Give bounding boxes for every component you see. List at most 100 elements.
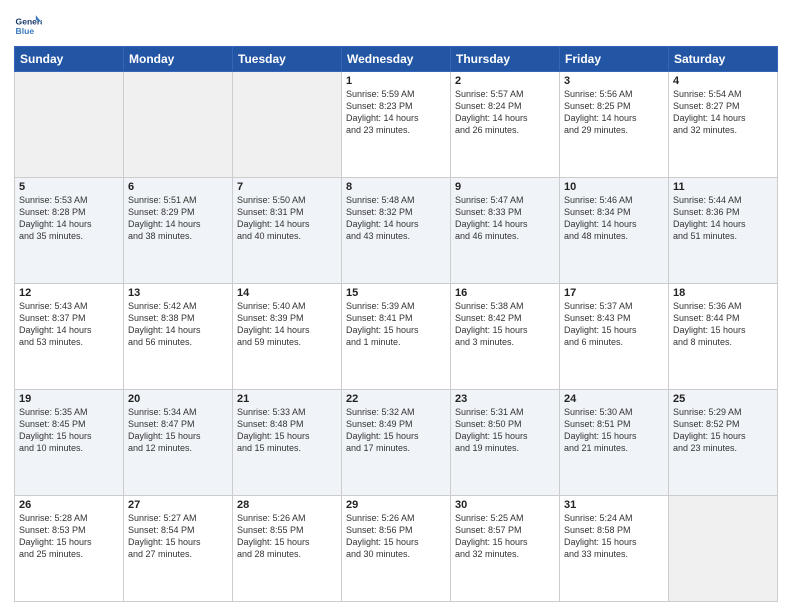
day-info: Sunrise: 5:35 AM Sunset: 8:45 PM Dayligh… — [19, 406, 119, 455]
day-info: Sunrise: 5:33 AM Sunset: 8:48 PM Dayligh… — [237, 406, 337, 455]
day-cell: 21Sunrise: 5:33 AM Sunset: 8:48 PM Dayli… — [233, 390, 342, 496]
day-info: Sunrise: 5:26 AM Sunset: 8:55 PM Dayligh… — [237, 512, 337, 561]
week-row-2: 12Sunrise: 5:43 AM Sunset: 8:37 PM Dayli… — [15, 284, 778, 390]
week-row-4: 26Sunrise: 5:28 AM Sunset: 8:53 PM Dayli… — [15, 496, 778, 602]
day-number: 20 — [128, 393, 228, 405]
day-cell: 12Sunrise: 5:43 AM Sunset: 8:37 PM Dayli… — [15, 284, 124, 390]
day-info: Sunrise: 5:46 AM Sunset: 8:34 PM Dayligh… — [564, 194, 664, 243]
day-header-tuesday: Tuesday — [233, 47, 342, 72]
day-cell: 7Sunrise: 5:50 AM Sunset: 8:31 PM Daylig… — [233, 178, 342, 284]
day-number: 23 — [455, 393, 555, 405]
day-number: 6 — [128, 181, 228, 193]
day-cell: 11Sunrise: 5:44 AM Sunset: 8:36 PM Dayli… — [669, 178, 778, 284]
day-number: 8 — [346, 181, 446, 193]
day-number: 7 — [237, 181, 337, 193]
day-info: Sunrise: 5:25 AM Sunset: 8:57 PM Dayligh… — [455, 512, 555, 561]
header: General Blue — [14, 12, 778, 40]
day-number: 18 — [673, 287, 773, 299]
day-info: Sunrise: 5:51 AM Sunset: 8:29 PM Dayligh… — [128, 194, 228, 243]
day-number: 12 — [19, 287, 119, 299]
day-number: 13 — [128, 287, 228, 299]
day-info: Sunrise: 5:40 AM Sunset: 8:39 PM Dayligh… — [237, 300, 337, 349]
day-number: 1 — [346, 75, 446, 87]
day-info: Sunrise: 5:32 AM Sunset: 8:49 PM Dayligh… — [346, 406, 446, 455]
day-info: Sunrise: 5:57 AM Sunset: 8:24 PM Dayligh… — [455, 88, 555, 137]
day-info: Sunrise: 5:43 AM Sunset: 8:37 PM Dayligh… — [19, 300, 119, 349]
day-cell: 2Sunrise: 5:57 AM Sunset: 8:24 PM Daylig… — [451, 72, 560, 178]
day-cell: 19Sunrise: 5:35 AM Sunset: 8:45 PM Dayli… — [15, 390, 124, 496]
day-cell: 14Sunrise: 5:40 AM Sunset: 8:39 PM Dayli… — [233, 284, 342, 390]
day-number: 10 — [564, 181, 664, 193]
day-header-friday: Friday — [560, 47, 669, 72]
day-cell — [669, 496, 778, 602]
day-number: 17 — [564, 287, 664, 299]
day-info: Sunrise: 5:36 AM Sunset: 8:44 PM Dayligh… — [673, 300, 773, 349]
day-number: 4 — [673, 75, 773, 87]
day-cell: 17Sunrise: 5:37 AM Sunset: 8:43 PM Dayli… — [560, 284, 669, 390]
day-info: Sunrise: 5:30 AM Sunset: 8:51 PM Dayligh… — [564, 406, 664, 455]
day-number: 26 — [19, 499, 119, 511]
day-number: 9 — [455, 181, 555, 193]
day-number: 24 — [564, 393, 664, 405]
day-cell: 16Sunrise: 5:38 AM Sunset: 8:42 PM Dayli… — [451, 284, 560, 390]
day-number: 27 — [128, 499, 228, 511]
day-cell: 4Sunrise: 5:54 AM Sunset: 8:27 PM Daylig… — [669, 72, 778, 178]
logo-icon: General Blue — [14, 12, 42, 40]
day-cell: 15Sunrise: 5:39 AM Sunset: 8:41 PM Dayli… — [342, 284, 451, 390]
day-number: 25 — [673, 393, 773, 405]
day-info: Sunrise: 5:50 AM Sunset: 8:31 PM Dayligh… — [237, 194, 337, 243]
day-info: Sunrise: 5:38 AM Sunset: 8:42 PM Dayligh… — [455, 300, 555, 349]
day-header-wednesday: Wednesday — [342, 47, 451, 72]
day-info: Sunrise: 5:31 AM Sunset: 8:50 PM Dayligh… — [455, 406, 555, 455]
day-header-thursday: Thursday — [451, 47, 560, 72]
day-cell: 23Sunrise: 5:31 AM Sunset: 8:50 PM Dayli… — [451, 390, 560, 496]
day-cell: 1Sunrise: 5:59 AM Sunset: 8:23 PM Daylig… — [342, 72, 451, 178]
day-header-monday: Monday — [124, 47, 233, 72]
calendar: SundayMondayTuesdayWednesdayThursdayFrid… — [14, 46, 778, 602]
day-info: Sunrise: 5:29 AM Sunset: 8:52 PM Dayligh… — [673, 406, 773, 455]
day-number: 2 — [455, 75, 555, 87]
day-cell: 30Sunrise: 5:25 AM Sunset: 8:57 PM Dayli… — [451, 496, 560, 602]
day-info: Sunrise: 5:59 AM Sunset: 8:23 PM Dayligh… — [346, 88, 446, 137]
day-cell: 6Sunrise: 5:51 AM Sunset: 8:29 PM Daylig… — [124, 178, 233, 284]
day-info: Sunrise: 5:56 AM Sunset: 8:25 PM Dayligh… — [564, 88, 664, 137]
week-row-0: 1Sunrise: 5:59 AM Sunset: 8:23 PM Daylig… — [15, 72, 778, 178]
day-cell — [233, 72, 342, 178]
day-number: 15 — [346, 287, 446, 299]
day-number: 5 — [19, 181, 119, 193]
calendar-header-row: SundayMondayTuesdayWednesdayThursdayFrid… — [15, 47, 778, 72]
day-info: Sunrise: 5:44 AM Sunset: 8:36 PM Dayligh… — [673, 194, 773, 243]
day-info: Sunrise: 5:34 AM Sunset: 8:47 PM Dayligh… — [128, 406, 228, 455]
svg-text:Blue: Blue — [16, 26, 35, 36]
week-row-3: 19Sunrise: 5:35 AM Sunset: 8:45 PM Dayli… — [15, 390, 778, 496]
day-cell: 8Sunrise: 5:48 AM Sunset: 8:32 PM Daylig… — [342, 178, 451, 284]
day-cell: 9Sunrise: 5:47 AM Sunset: 8:33 PM Daylig… — [451, 178, 560, 284]
day-cell: 29Sunrise: 5:26 AM Sunset: 8:56 PM Dayli… — [342, 496, 451, 602]
day-info: Sunrise: 5:39 AM Sunset: 8:41 PM Dayligh… — [346, 300, 446, 349]
day-header-sunday: Sunday — [15, 47, 124, 72]
day-number: 28 — [237, 499, 337, 511]
day-number: 3 — [564, 75, 664, 87]
day-cell — [15, 72, 124, 178]
day-number: 29 — [346, 499, 446, 511]
day-cell: 18Sunrise: 5:36 AM Sunset: 8:44 PM Dayli… — [669, 284, 778, 390]
day-cell: 25Sunrise: 5:29 AM Sunset: 8:52 PM Dayli… — [669, 390, 778, 496]
day-info: Sunrise: 5:27 AM Sunset: 8:54 PM Dayligh… — [128, 512, 228, 561]
calendar-body: 1Sunrise: 5:59 AM Sunset: 8:23 PM Daylig… — [15, 72, 778, 602]
day-number: 22 — [346, 393, 446, 405]
day-cell: 26Sunrise: 5:28 AM Sunset: 8:53 PM Dayli… — [15, 496, 124, 602]
day-info: Sunrise: 5:37 AM Sunset: 8:43 PM Dayligh… — [564, 300, 664, 349]
day-cell: 22Sunrise: 5:32 AM Sunset: 8:49 PM Dayli… — [342, 390, 451, 496]
day-cell: 31Sunrise: 5:24 AM Sunset: 8:58 PM Dayli… — [560, 496, 669, 602]
day-info: Sunrise: 5:24 AM Sunset: 8:58 PM Dayligh… — [564, 512, 664, 561]
day-number: 16 — [455, 287, 555, 299]
week-row-1: 5Sunrise: 5:53 AM Sunset: 8:28 PM Daylig… — [15, 178, 778, 284]
day-number: 19 — [19, 393, 119, 405]
day-number: 14 — [237, 287, 337, 299]
day-cell: 24Sunrise: 5:30 AM Sunset: 8:51 PM Dayli… — [560, 390, 669, 496]
day-cell — [124, 72, 233, 178]
day-number: 31 — [564, 499, 664, 511]
day-number: 21 — [237, 393, 337, 405]
day-info: Sunrise: 5:54 AM Sunset: 8:27 PM Dayligh… — [673, 88, 773, 137]
day-info: Sunrise: 5:28 AM Sunset: 8:53 PM Dayligh… — [19, 512, 119, 561]
